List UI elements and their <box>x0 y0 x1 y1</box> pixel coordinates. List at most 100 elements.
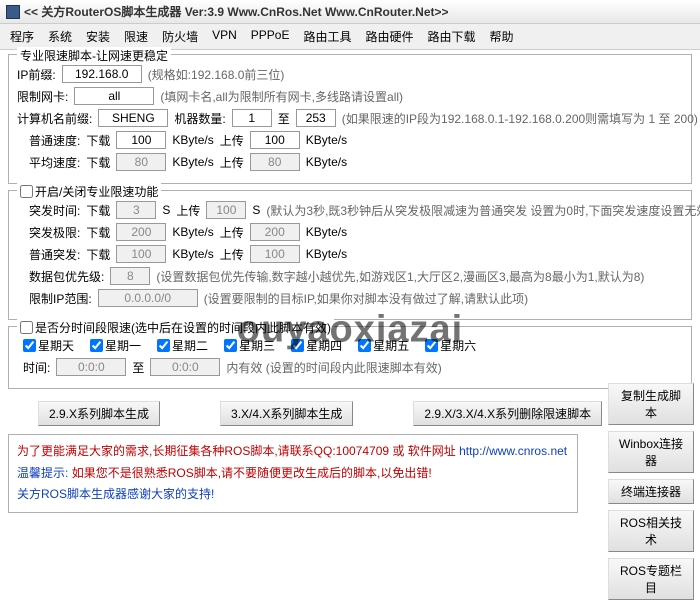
iprange-label: 限制IP范围: <box>29 290 92 307</box>
ul-label-1: 上传 <box>220 132 244 149</box>
ros-topic-button[interactable]: ROS专题栏目 <box>608 558 694 600</box>
menu-pppoe[interactable]: PPPoE <box>245 26 296 47</box>
norm-burst-dl-input[interactable] <box>116 245 166 263</box>
day-tue-checkbox[interactable] <box>157 339 170 352</box>
notice-line3: 关方ROS脚本生成器感谢大家的支持! <box>17 484 569 506</box>
time-hint: 内有效 (设置的时间段内此限速脚本有效) <box>226 359 441 376</box>
ul-label-3: 上传 <box>176 202 200 219</box>
pro-enable-label: 开启/关闭专业限速功能 <box>35 183 158 200</box>
notice-line1a: 为了更能满足大家的需求,长期征集各种ROS脚本,请联系QQ:10074709 或… <box>17 444 459 458</box>
day-wed-checkbox[interactable] <box>224 339 237 352</box>
kb-8: KByte/s <box>306 247 347 261</box>
notice-link[interactable]: http://www.cnros.net <box>459 444 567 458</box>
nic-input[interactable] <box>74 87 154 105</box>
day-sat-label: 星期六 <box>440 337 476 354</box>
dl-label-1: 下载 <box>86 132 110 149</box>
menu-install[interactable]: 安装 <box>80 26 116 47</box>
ul-label-2: 上传 <box>220 154 244 171</box>
burst-time-dl-input[interactable] <box>116 201 156 219</box>
menu-program[interactable]: 程序 <box>4 26 40 47</box>
norm-burst-label: 普通突发: <box>29 246 80 263</box>
menu-route-dl[interactable]: 路由下载 <box>422 26 482 47</box>
group-schedule: 是否分时间段限速(选中后在设置的时间段内此脚本有效) 星期天 星期一 星期二 星… <box>8 326 692 389</box>
iprange-input[interactable] <box>98 289 198 307</box>
burst-time-ul-input[interactable] <box>206 201 246 219</box>
day-thu-checkbox[interactable] <box>291 339 304 352</box>
notice-line2a: 温馨提示: <box>17 466 68 480</box>
norm-burst-ul-input[interactable] <box>250 245 300 263</box>
day-sun-label: 星期天 <box>38 337 74 354</box>
schedule-enable-label: 是否分时间段限速(选中后在设置的时间段内此脚本有效) <box>35 319 331 336</box>
kb-5: KByte/s <box>172 225 213 239</box>
group-pro-title: 开启/关闭专业限速功能 <box>17 183 161 201</box>
dl-label-2: 下载 <box>86 154 110 171</box>
window-title: << 关方RouterOS脚本生成器 Ver:3.9 Www.CnRos.Net… <box>24 3 449 20</box>
group-basic-title: 专业限速脚本-让网速更稳定 <box>17 47 171 64</box>
notice-line2b: 如果您不是很熟悉ROS脚本,请不要随便更改生成后的脚本,以免出错! <box>72 466 432 480</box>
nic-label: 限制网卡: <box>17 88 68 105</box>
day-fri-checkbox[interactable] <box>358 339 371 352</box>
speed-avg-dl-input[interactable] <box>116 153 166 171</box>
burst-lim-dl-input[interactable] <box>116 223 166 241</box>
ip-prefix-hint: (规格如:192.168.0前三位) <box>148 66 285 83</box>
gen-3x-button[interactable]: 3.X/4.X系列脚本生成 <box>220 401 353 426</box>
time-to-label: 至 <box>132 359 144 376</box>
qty-to-input[interactable] <box>296 109 336 127</box>
menu-help[interactable]: 帮助 <box>484 26 520 47</box>
qty-label: 机器数量: <box>174 110 225 127</box>
day-fri-label: 星期五 <box>373 337 409 354</box>
speed-normal-dl-input[interactable] <box>116 131 166 149</box>
qty-to-label: 至 <box>278 110 290 127</box>
dl-label-4: 下载 <box>86 224 110 241</box>
iprange-hint: (设置要限制的目标IP,如果你对脚本没有做过了解,请默认此项) <box>204 290 528 307</box>
time-to-input[interactable] <box>150 358 220 376</box>
prio-input[interactable] <box>110 267 150 285</box>
group-basic: 专业限速脚本-让网速更稳定 IP前缀: (规格如:192.168.0前三位) 限… <box>8 54 692 184</box>
kb-3: KByte/s <box>172 155 213 169</box>
time-from-input[interactable] <box>56 358 126 376</box>
del-button[interactable]: 2.9.X/3.X/4.X系列删除限速脚本 <box>413 401 602 426</box>
menu-route-tools[interactable]: 路由工具 <box>297 26 357 47</box>
burst-time-hint: (默认为3秒,既3秒钟后从突发极限减速为普通突发 设置为0时,下面突发速度设置无… <box>266 202 700 219</box>
prio-label: 数据包优先级: <box>29 268 104 285</box>
ul-label-4: 上传 <box>220 224 244 241</box>
day-thu-label: 星期四 <box>306 337 342 354</box>
copy-script-button[interactable]: 复制生成脚本 <box>608 383 694 425</box>
sec-1: S <box>162 203 170 217</box>
ip-prefix-input[interactable] <box>62 65 142 83</box>
day-tue-label: 星期二 <box>172 337 208 354</box>
dl-label-3: 下载 <box>86 202 110 219</box>
kb-1: KByte/s <box>172 133 213 147</box>
kb-7: KByte/s <box>172 247 213 261</box>
speed-avg-ul-input[interactable] <box>250 153 300 171</box>
time-label: 时间: <box>23 359 50 376</box>
burst-lim-ul-input[interactable] <box>250 223 300 241</box>
day-mon-checkbox[interactable] <box>90 339 103 352</box>
menu-limit[interactable]: 限速 <box>118 26 154 47</box>
group-schedule-title: 是否分时间段限速(选中后在设置的时间段内此脚本有效) <box>17 319 334 337</box>
menu-vpn[interactable]: VPN <box>206 26 243 47</box>
menu-system[interactable]: 系统 <box>42 26 78 47</box>
qty-from-input[interactable] <box>232 109 272 127</box>
day-sun-checkbox[interactable] <box>23 339 36 352</box>
pro-enable-checkbox[interactable] <box>20 185 33 198</box>
schedule-enable-checkbox[interactable] <box>20 321 33 334</box>
host-input[interactable] <box>98 109 168 127</box>
day-sat-checkbox[interactable] <box>425 339 438 352</box>
burst-lim-label: 突发极限: <box>29 224 80 241</box>
day-mon-label: 星期一 <box>105 337 141 354</box>
menu-firewall[interactable]: 防火墙 <box>156 26 204 47</box>
ros-tech-button[interactable]: ROS相关技术 <box>608 510 694 552</box>
winbox-button[interactable]: Winbox连接器 <box>608 431 694 473</box>
qty-hint: (如果限速的IP段为192.168.0.1-192.168.0.200则需填写为… <box>342 110 698 127</box>
group-pro: 开启/关闭专业限速功能 突发时间: 下载 S 上传 S (默认为3秒,既3秒钟后… <box>8 190 692 320</box>
gen-29-button[interactable]: 2.9.X系列脚本生成 <box>38 401 160 426</box>
speed-normal-ul-input[interactable] <box>250 131 300 149</box>
ul-label-5: 上传 <box>220 246 244 263</box>
side-buttons: 复制生成脚本 Winbox连接器 终端连接器 ROS相关技术 ROS专题栏目 <box>608 383 694 600</box>
ip-prefix-label: IP前缀: <box>17 66 56 83</box>
speed-normal-label: 普通速度: <box>29 132 80 149</box>
dl-label-5: 下载 <box>86 246 110 263</box>
menu-route-hw[interactable]: 路由硬件 <box>359 26 419 47</box>
terminal-button[interactable]: 终端连接器 <box>608 479 694 504</box>
